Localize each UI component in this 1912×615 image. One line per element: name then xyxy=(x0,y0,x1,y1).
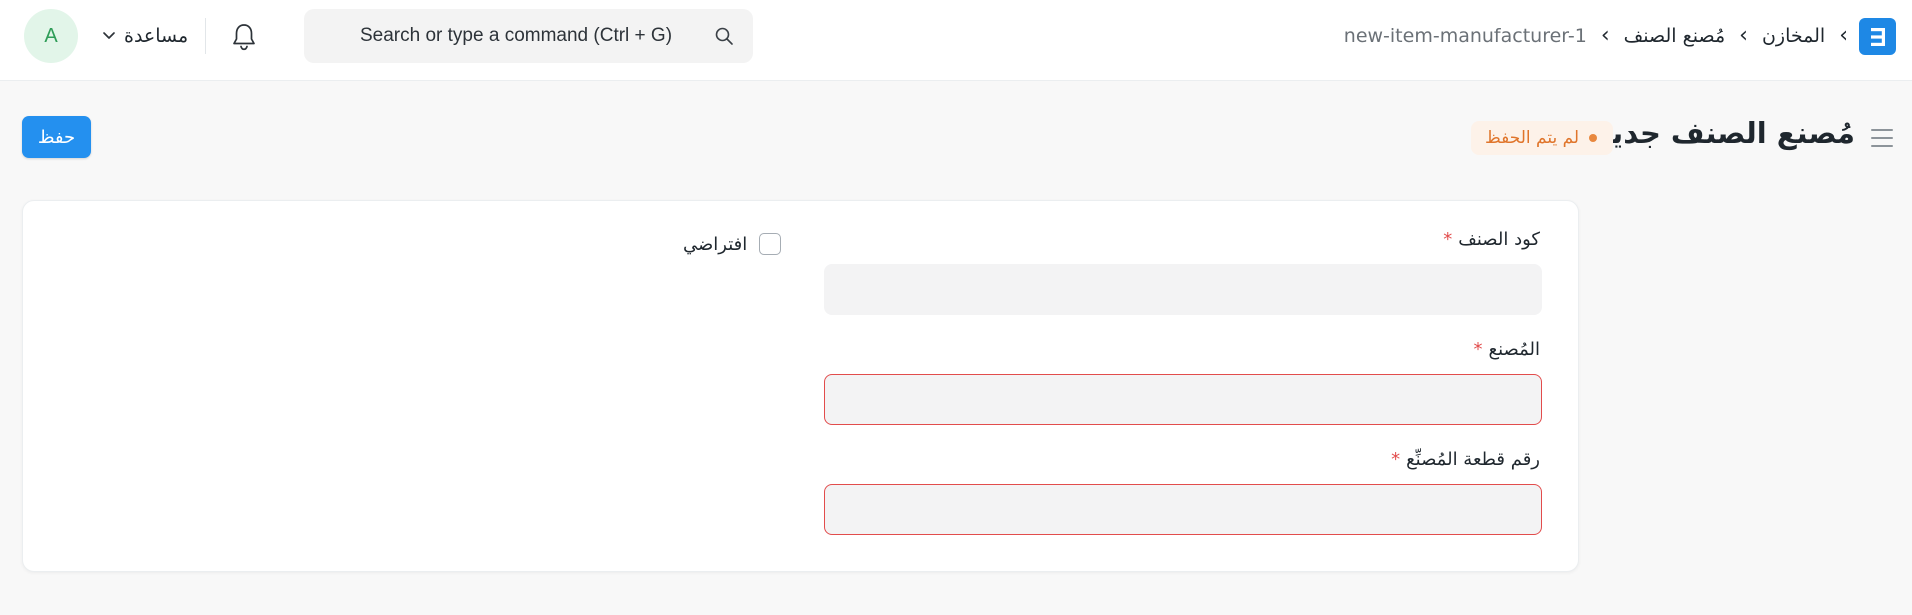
navbar: new-item-manufacturer-1 ‹ مُصنع الصنف ‹ … xyxy=(0,0,1912,81)
help-dropdown[interactable]: مساعدة xyxy=(102,20,188,52)
save-button[interactable]: حفظ xyxy=(22,116,91,158)
manufacturer-part-no-label: * رقم قطعة المُصنِّع xyxy=(1391,449,1540,470)
chevron-down-icon xyxy=(103,32,115,39)
required-indicator: * xyxy=(1443,229,1453,250)
required-indicator: * xyxy=(1391,449,1401,470)
breadcrumb-item-manufacturer[interactable]: مُصنع الصنف xyxy=(1624,25,1726,47)
status-dot-icon xyxy=(1589,134,1598,142)
item-code-label-text: كود الصنف xyxy=(1458,229,1540,250)
manufacturer-label-text: المُصنع xyxy=(1488,339,1540,360)
sidebar-toggle-icon[interactable] xyxy=(1870,127,1894,149)
navbar-divider xyxy=(205,18,206,54)
form-card: * كود الصنف * المُصنع * رقم قطعة المُصنِ… xyxy=(22,200,1579,572)
page-title: مُصنع الصنف جديد xyxy=(1595,116,1855,150)
item-code-label: * كود الصنف xyxy=(1443,229,1540,250)
erpnext-logo-icon xyxy=(1870,27,1885,46)
status-text: لم يتم الحفظ xyxy=(1485,128,1580,148)
manufacturer-part-no-label-text: رقم قطعة المُصنِّع xyxy=(1406,449,1540,470)
help-label: مساعدة xyxy=(124,25,189,47)
manufacturer-label: * المُصنع xyxy=(1473,339,1540,360)
search-icon xyxy=(715,27,733,45)
breadcrumb-separator-icon: ‹ xyxy=(1839,23,1848,48)
app-logo[interactable] xyxy=(1859,18,1896,55)
bell-icon[interactable] xyxy=(230,22,258,52)
search-input[interactable] xyxy=(360,25,708,47)
manufacturer-part-no-input[interactable] xyxy=(824,484,1542,535)
search-bar[interactable] xyxy=(304,9,753,63)
breadcrumb: new-item-manufacturer-1 ‹ مُصنع الصنف ‹ … xyxy=(1344,20,1848,52)
breadcrumb-separator-icon: ‹ xyxy=(1739,23,1748,48)
default-checkbox-row[interactable]: افتراضي xyxy=(683,231,782,257)
item-code-input[interactable] xyxy=(824,264,1542,315)
breadcrumb-item-stock[interactable]: المخازن xyxy=(1762,25,1825,47)
status-badge: لم يتم الحفظ xyxy=(1471,121,1614,155)
manufacturer-input[interactable] xyxy=(824,374,1542,425)
default-checkbox[interactable] xyxy=(759,233,782,255)
breadcrumb-separator-icon: ‹ xyxy=(1600,23,1610,48)
avatar[interactable]: A xyxy=(24,9,78,63)
default-checkbox-label: افتراضي xyxy=(683,233,748,255)
breadcrumb-current: new-item-manufacturer-1 xyxy=(1343,25,1587,47)
required-indicator: * xyxy=(1473,339,1483,360)
